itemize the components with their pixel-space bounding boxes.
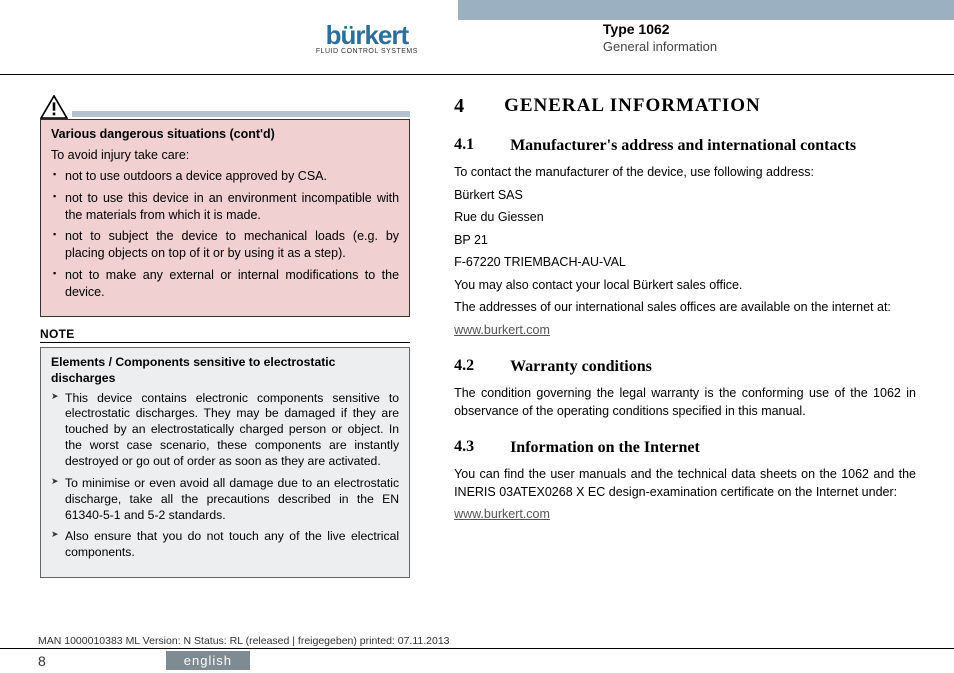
h1-text: GENERAL INFORMATION	[504, 95, 761, 118]
heading-4-3: 4.3 Information on the Internet	[454, 438, 916, 458]
warning-header	[40, 95, 410, 119]
page-body: Various dangerous situations (cont'd) To…	[0, 75, 954, 635]
section-4-3: 4.3 Information on the Internet You can …	[454, 438, 916, 524]
warning-icon	[40, 95, 68, 119]
para: To contact the manufacturer of the devic…	[454, 164, 916, 182]
para: You may also contact your local Bürkert …	[454, 277, 916, 295]
warning-item: not to use this device in an environment…	[53, 190, 399, 224]
footer-bar: 8 english	[0, 648, 954, 672]
note-box: Elements / Components sensitive to elect…	[40, 347, 410, 578]
para: F-67220 TRIEMBACH-AU-VAL	[454, 254, 916, 272]
link-burkert[interactable]: www.burkert.com	[454, 322, 916, 340]
note-list: This device contains electronic componen…	[51, 391, 399, 562]
section-4-2: 4.2 Warranty conditions The condition go…	[454, 357, 916, 420]
para: Bürkert SAS	[454, 187, 916, 205]
page-number: 8	[38, 653, 46, 669]
h1-number: 4	[454, 95, 464, 118]
h2-number: 4.3	[454, 438, 486, 458]
left-column: Various dangerous situations (cont'd) To…	[0, 95, 434, 635]
header-right: Type 1062 General information	[458, 0, 954, 74]
h2-text: Manufacturer's address and international…	[510, 136, 856, 156]
heading-4-1: 4.1 Manufacturer's address and internati…	[454, 136, 916, 156]
header-left: bürkert FLUID CONTROL SYSTEMS	[0, 0, 458, 74]
header-type: Type 1062	[603, 21, 954, 37]
h2-text: Warranty conditions	[510, 357, 652, 377]
para: The addresses of our international sales…	[454, 299, 916, 317]
para: BP 21	[454, 232, 916, 250]
warning-item: not to subject the device to mechanical …	[53, 228, 399, 262]
h2-number: 4.1	[454, 136, 486, 156]
heading-4-2: 4.2 Warranty conditions	[454, 357, 916, 377]
header-color-bar	[458, 0, 954, 20]
right-column: 4 GENERAL INFORMATION 4.1 Manufacturer's…	[434, 95, 954, 635]
logo-text: bürkert	[326, 20, 409, 51]
note-title: Elements / Components sensitive to elect…	[51, 355, 399, 387]
warning-item: not to use outdoors a device approved by…	[53, 168, 399, 185]
para: The condition governing the legal warran…	[454, 385, 916, 420]
warning-list: not to use outdoors a device approved by…	[51, 168, 399, 301]
footer-meta: MAN 1000010383 ML Version: N Status: RL …	[0, 635, 954, 647]
warning-item: not to make any external or internal mod…	[53, 267, 399, 301]
language-label: english	[166, 651, 250, 670]
h2-number: 4.2	[454, 357, 486, 377]
para: You can find the user manuals and the te…	[454, 466, 916, 501]
warning-title: Various dangerous situations (cont'd)	[51, 126, 399, 143]
logo-subtitle: FLUID CONTROL SYSTEMS	[316, 48, 418, 55]
warning-intro: To avoid injury take care:	[51, 147, 399, 164]
note-item: This device contains electronic componen…	[51, 391, 399, 470]
h2-text: Information on the Internet	[510, 438, 700, 458]
note-label: NOTE	[40, 327, 410, 343]
note-item: Also ensure that you do not touch any of…	[51, 529, 399, 561]
section-4-1: 4.1 Manufacturer's address and internati…	[454, 136, 916, 339]
logo: bürkert FLUID CONTROL SYSTEMS	[316, 20, 418, 55]
link-burkert[interactable]: www.burkert.com	[454, 506, 916, 524]
page-footer: MAN 1000010383 ML Version: N Status: RL …	[0, 635, 954, 673]
para: Rue du Giessen	[454, 209, 916, 227]
header-section: General information	[603, 39, 954, 54]
warning-box: Various dangerous situations (cont'd) To…	[40, 119, 410, 317]
note-item: To minimise or even avoid all damage due…	[51, 476, 399, 524]
page-header: bürkert FLUID CONTROL SYSTEMS Type 1062 …	[0, 0, 954, 75]
heading-1: 4 GENERAL INFORMATION	[454, 95, 916, 118]
warning-bar	[72, 111, 410, 117]
